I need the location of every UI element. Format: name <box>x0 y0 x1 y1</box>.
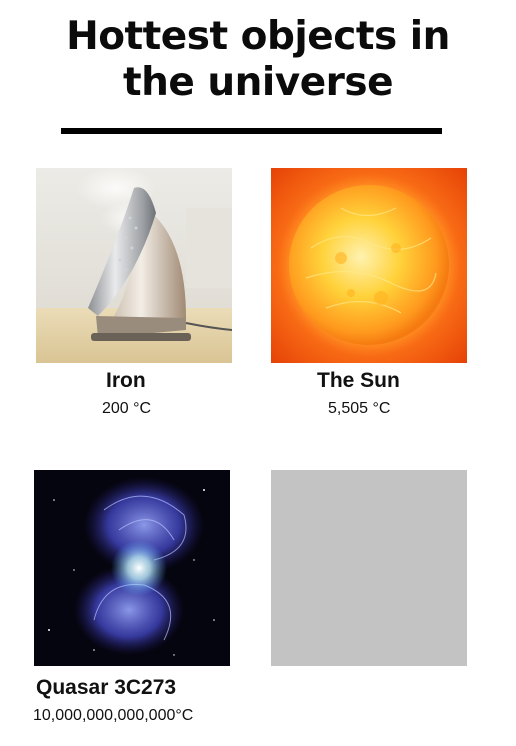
item-card-blank <box>271 470 467 666</box>
quasar-icon <box>34 470 230 666</box>
item-temperature: 200 °C <box>102 400 152 417</box>
item-temperature: 5,505 °C <box>328 400 391 417</box>
item-name: The Sun <box>317 369 400 392</box>
item-name: Iron <box>106 369 146 392</box>
item-name: Quasar 3C273 <box>36 676 177 699</box>
title-underline <box>61 128 442 134</box>
item-card-sun: The Sun 5,505 °C <box>271 168 467 438</box>
item-card-iron: Iron 200 °C <box>36 168 232 438</box>
item-temperature: 10,000,000,000,000°C <box>33 707 194 724</box>
sun-icon <box>271 168 467 363</box>
title-line-1: Hottest objects in <box>66 14 450 59</box>
page-title: Hottest objects in the universe <box>0 14 516 106</box>
title-line-2: the universe <box>122 60 394 105</box>
blank-placeholder <box>271 470 467 666</box>
item-card-quasar: Quasar 3C273 10,000,000,000,000°C <box>33 470 273 740</box>
clothes-iron-icon <box>36 168 232 363</box>
